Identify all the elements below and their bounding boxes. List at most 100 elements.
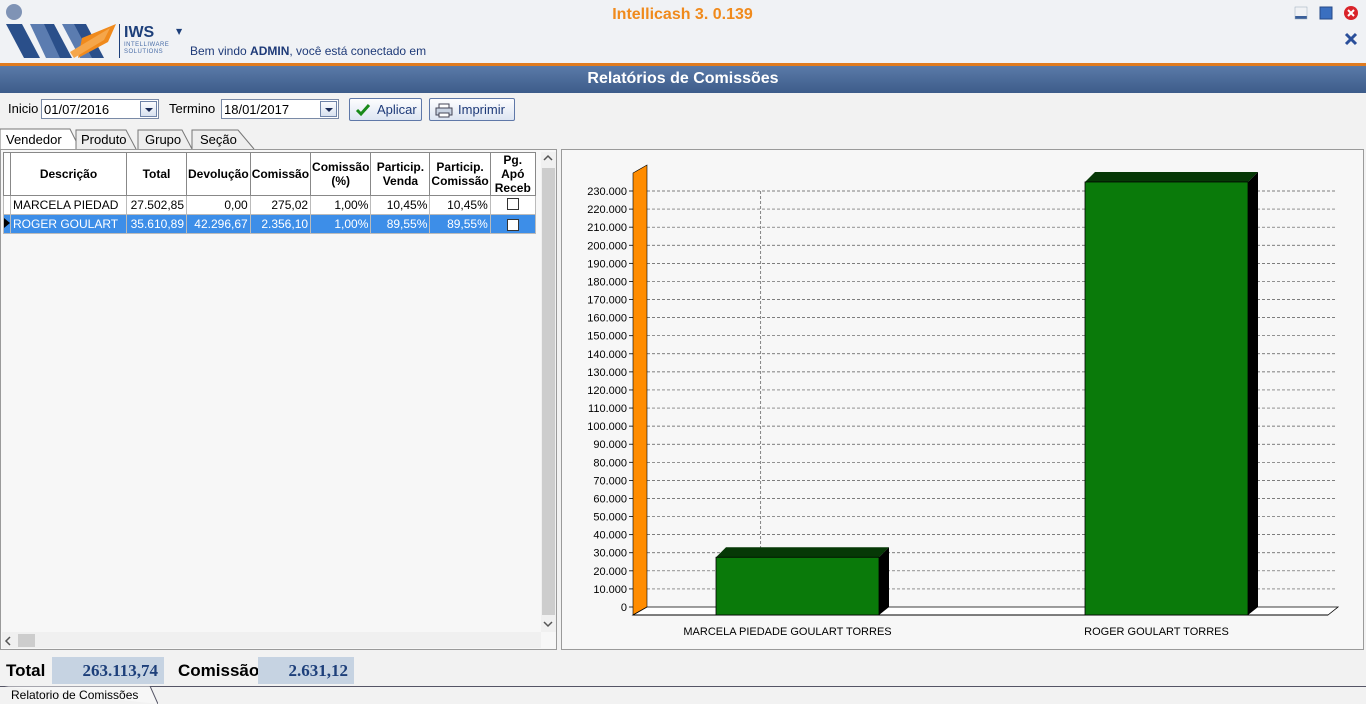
column-header-particip-venda[interactable]: Particip. Venda: [370, 152, 431, 196]
y-tick-label: 130.000: [587, 367, 627, 379]
maximize-icon[interactable]: [1319, 6, 1333, 20]
checkmark-icon: [355, 104, 371, 117]
grid-vertical-scroll-thumb[interactable]: [542, 168, 555, 615]
bar-side: [1248, 171, 1258, 615]
scroll-left-icon[interactable]: [4, 636, 12, 646]
cell-particip-comissao[interactable]: 89,55%: [429, 214, 491, 234]
y-tick-label: 210.000: [587, 222, 627, 234]
column-header-descricao[interactable]: Descrição: [10, 152, 127, 196]
y-tick-label: 90.000: [593, 439, 627, 451]
column-header-total[interactable]: Total: [126, 152, 187, 196]
end-date-dropdown-button[interactable]: [320, 101, 337, 117]
welcome-message: Bem vindo ADMIN, você está conectado em: [190, 44, 427, 58]
y-tick-label: 150.000: [587, 331, 627, 343]
x-category-label: ROGER GOULART TORRES: [1084, 626, 1229, 638]
y-tick-label: 230.000: [587, 186, 627, 198]
start-date-dropdown-button[interactable]: [140, 101, 157, 117]
cell-particip-venda[interactable]: 89,55%: [370, 214, 431, 234]
comissao-value: 2.631,12: [258, 657, 354, 684]
y-tick-label: 160.000: [587, 313, 627, 325]
y-tick-label: 170.000: [587, 295, 627, 307]
cell-comissao-pct[interactable]: 1,00%: [310, 214, 372, 234]
logo-menu-chevron-icon[interactable]: ▼: [176, 27, 182, 36]
tab-grupo[interactable]: Grupo: [145, 132, 181, 147]
y-tick-label: 180.000: [587, 276, 627, 288]
bar-side: [879, 547, 889, 615]
y-tick-label: 140.000: [587, 349, 627, 361]
y-tick-label: 190.000: [587, 258, 627, 270]
apply-button[interactable]: Aplicar: [349, 98, 422, 121]
logo-subtitle: INTELLIWARE SOLUTIONS: [124, 42, 170, 55]
start-date-field[interactable]: 01/07/2016: [41, 99, 159, 119]
end-date-value: 18/01/2017: [224, 102, 290, 117]
cell-particip-venda[interactable]: 10,45%: [370, 195, 431, 215]
row-indicator: [3, 195, 11, 215]
column-header-comissao[interactable]: Comissão: [249, 152, 312, 196]
axis-wall: [632, 164, 648, 616]
y-tick-label: 50.000: [593, 512, 627, 524]
y-tick-label: 220.000: [587, 204, 627, 216]
start-date-value: 01/07/2016: [44, 102, 110, 117]
cell-pg-apos-receb[interactable]: [489, 214, 536, 234]
table-row[interactable]: MARCELA PIEDAD 27.502,85 0,00 275,02 1,0…: [3, 195, 536, 215]
cell-comissao-pct[interactable]: 1,00%: [310, 195, 372, 215]
y-tick-label: 120.000: [587, 385, 627, 397]
app-title: Intellicash 3. 0.139: [612, 6, 753, 23]
bottom-tab-divider: [0, 686, 1366, 687]
y-tick-label: 110.000: [588, 403, 627, 415]
row-indicator-header: [3, 152, 11, 196]
end-date-label: Termino: [169, 101, 216, 116]
current-row-arrow-icon: [4, 218, 10, 228]
tab-vendedor[interactable]: Vendedor: [6, 132, 62, 147]
column-header-particip-comissao[interactable]: Particip. Comissão: [429, 152, 491, 196]
y-tick-label: 20.000: [593, 566, 627, 578]
y-tick-label: 70.000: [593, 475, 627, 487]
grid-horizontal-scroll-thumb[interactable]: [18, 634, 35, 647]
close-report-icon[interactable]: [1344, 32, 1358, 46]
cell-descricao[interactable]: MARCELA PIEDAD: [10, 195, 127, 215]
print-button[interactable]: Imprimir: [429, 98, 515, 121]
minimize-icon[interactable]: [1294, 6, 1308, 20]
y-tick-label: 60.000: [593, 493, 627, 505]
y-tick-label: 0: [621, 602, 627, 614]
close-app-icon[interactable]: [1343, 5, 1359, 21]
column-header-comissao-pct[interactable]: Comissão (%): [310, 152, 372, 196]
tab-produto[interactable]: Produto: [81, 132, 127, 147]
x-category-label: MARCELA PIEDADE GOULART TORRES: [683, 626, 891, 638]
grid-horizontal-scrollbar[interactable]: [2, 632, 541, 648]
cell-pg-apos-receb[interactable]: [489, 195, 536, 215]
row-indicator: [3, 214, 11, 234]
scroll-up-icon[interactable]: [543, 154, 553, 162]
bar: [1084, 181, 1249, 616]
printer-icon: [435, 103, 453, 118]
comissao-label: Comissão: [178, 661, 260, 680]
cell-particip-comissao[interactable]: 10,45%: [429, 195, 491, 215]
pg-apos-receb-checkbox[interactable]: [506, 197, 519, 210]
start-date-label: Inicio: [8, 101, 39, 116]
total-value: 263.113,74: [52, 657, 164, 684]
cell-total[interactable]: 27.502,85: [126, 195, 187, 215]
cell-comissao[interactable]: 2.356,10: [249, 214, 312, 234]
logo-text: IWS: [124, 24, 155, 41]
cell-descricao[interactable]: ROGER GOULART: [10, 214, 127, 234]
column-header-pg-apos-receb[interactable]: Pg. Apó Receb: [489, 152, 536, 196]
commission-bar-chart: 0 10.000 20.000 30.000 40.000 50.000 60.000 70.…: [587, 164, 1340, 638]
column-header-devolucao[interactable]: Devolução: [186, 152, 251, 196]
y-tick-label: 10.000: [593, 584, 627, 596]
end-date-field[interactable]: 18/01/2017: [221, 99, 339, 119]
scroll-down-icon[interactable]: [543, 620, 553, 628]
cell-comissao[interactable]: 275,02: [249, 195, 312, 215]
tab-relatorio-comissoes[interactable]: Relatorio de Comissões: [11, 688, 138, 702]
table-row-selected[interactable]: ROGER GOULART 35.610,89 42.296,67 2.356,…: [3, 214, 536, 234]
commission-table: Descrição Total Devolução Comissão Comis…: [3, 152, 536, 234]
iws-logo-icon: [6, 4, 120, 58]
bar-top: [716, 547, 889, 558]
cell-devolucao[interactable]: 42.296,67: [186, 214, 251, 234]
tab-secao[interactable]: Seção: [200, 132, 237, 147]
cell-total[interactable]: 35.610,89: [126, 214, 187, 234]
y-tick-label: 40.000: [593, 530, 627, 542]
pg-apos-receb-checkbox[interactable]: [506, 218, 519, 231]
total-label: Total: [6, 661, 46, 680]
vendor-grid: Descrição Total Devolução Comissão Comis…: [0, 149, 557, 650]
cell-devolucao[interactable]: 0,00: [186, 195, 251, 215]
